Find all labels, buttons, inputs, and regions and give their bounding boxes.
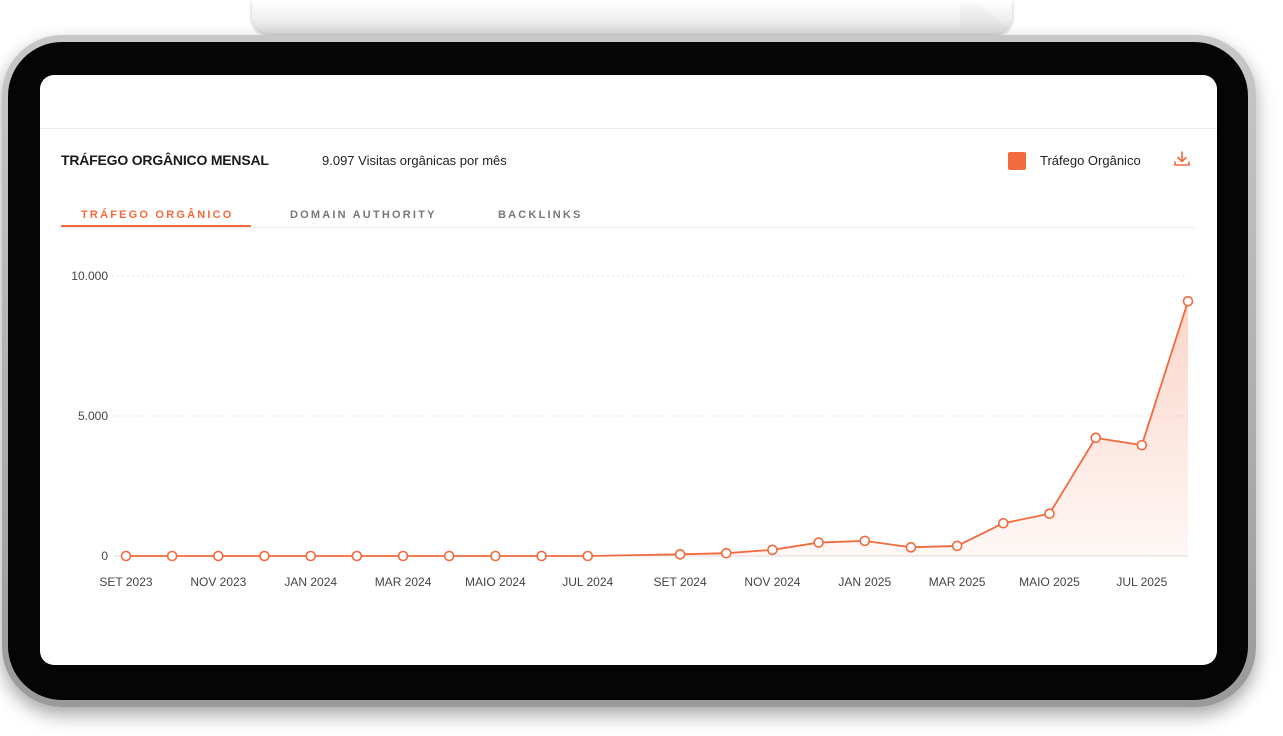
x-tick-label: JAN 2024 — [284, 575, 337, 589]
data-point — [767, 544, 778, 556]
x-tick-label: MAR 2025 — [929, 575, 986, 589]
x-tick-label: NOV 2023 — [190, 575, 246, 589]
y-tick-label: 10.000 — [71, 269, 108, 283]
data-point — [536, 550, 547, 562]
data-point — [582, 550, 594, 562]
data-point — [674, 549, 686, 560]
data-point — [259, 550, 270, 562]
data-point — [905, 542, 917, 553]
data-point — [351, 550, 363, 562]
data-point — [998, 517, 1009, 529]
data-point — [490, 550, 501, 562]
data-point — [1182, 295, 1194, 307]
x-tick-label: JUL 2024 — [562, 575, 613, 589]
y-tick-label: 0 — [101, 549, 108, 563]
data-point — [859, 535, 871, 547]
data-point — [397, 550, 409, 562]
data-point — [166, 550, 178, 562]
x-tick-label: JAN 2025 — [838, 575, 891, 589]
data-point — [720, 547, 732, 559]
data-point — [443, 550, 455, 562]
x-tick-label: SET 2024 — [654, 575, 707, 589]
data-point — [951, 540, 963, 552]
organic-traffic-chart: 0 5.000 10.000 SET 2023 NOV 2023 JAN 2024 MAR … — [71, 269, 1194, 589]
x-tick-label: NOV 2024 — [744, 575, 800, 589]
tablet-screen: TRÁFEGO ORGÂNICO MENSAL 9.097 Visitas or… — [40, 75, 1217, 665]
x-tick-label: JUL 2025 — [1116, 575, 1167, 589]
data-point — [813, 537, 824, 548]
data-point — [213, 550, 224, 562]
data-point — [305, 550, 316, 562]
data-point — [1044, 508, 1055, 520]
apple-pencil — [252, 0, 1012, 34]
y-tick-label: 5.000 — [78, 409, 108, 423]
data-point — [1136, 439, 1148, 451]
data-point — [120, 550, 132, 562]
series-line — [126, 301, 1189, 557]
data-point — [1090, 432, 1101, 444]
x-tick-label: MAIO 2024 — [465, 575, 526, 589]
x-tick-label: MAR 2024 — [375, 575, 432, 589]
x-tick-label: MAIO 2025 — [1019, 575, 1080, 589]
x-tick-label: SET 2023 — [99, 575, 152, 589]
